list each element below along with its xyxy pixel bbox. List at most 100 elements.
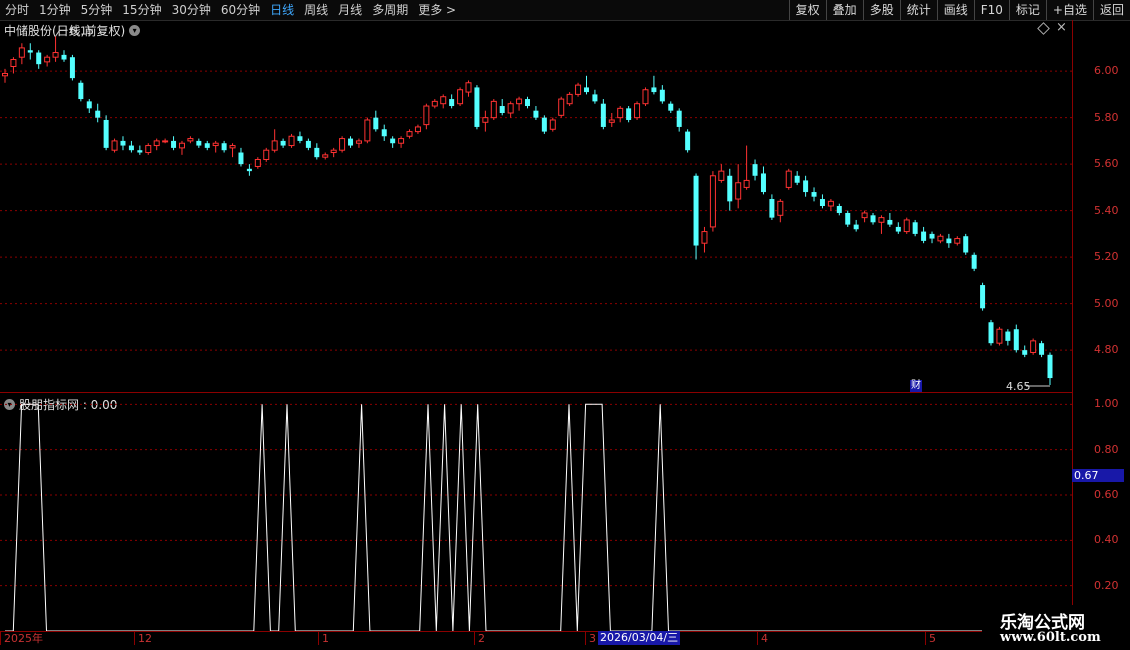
indicator-line — [5, 403, 1050, 631]
watermark-url: www.60lt.com — [1000, 630, 1101, 645]
candle-body — [305, 140, 311, 148]
candle-body — [1039, 343, 1045, 355]
action-button-8[interactable]: 返回 — [1092, 0, 1130, 20]
period-tab-4[interactable]: 30分钟 — [167, 0, 216, 20]
candle-body — [254, 159, 261, 167]
candle-body — [414, 126, 421, 133]
action-buttons: 复权 叠加 多股 统计 画线 F10 标记 +自选 返回 — [788, 0, 1130, 20]
candle-body — [69, 57, 75, 79]
candle-body — [895, 226, 901, 232]
candle-body — [246, 168, 252, 172]
candle-body — [61, 54, 67, 60]
candle-body — [103, 119, 109, 148]
period-tabs: 分时 1分钟 5分钟 15分钟 30分钟 60分钟 日线 周线 月线 多周期 更多 > — [0, 0, 461, 20]
period-tab-0[interactable]: 分时 — [0, 0, 34, 20]
period-tab-1[interactable]: 1分钟 — [34, 0, 76, 20]
candle-body — [187, 138, 194, 142]
price-tick-label: 5.80 — [1094, 110, 1119, 124]
candle-body — [507, 103, 514, 114]
candle-body — [533, 110, 539, 118]
candle-body — [355, 140, 362, 144]
indicator-tick-label: 0.60 — [1094, 488, 1119, 501]
candle-body — [221, 143, 227, 151]
action-button-6[interactable]: 标记 — [1008, 0, 1046, 20]
high-marker — [55, 29, 68, 37]
date-label: 2025年 — [0, 632, 43, 645]
candle-body — [845, 212, 851, 225]
date-label: 2 — [474, 632, 485, 645]
finance-badge[interactable]: 财 — [910, 380, 922, 392]
period-tab-5[interactable]: 60分钟 — [216, 0, 265, 20]
candle-body — [912, 222, 918, 234]
date-axis: 2025年 12 1 2 3 4 5 — [0, 631, 1072, 646]
candle-body — [440, 96, 447, 105]
period-tab-3[interactable]: 15分钟 — [117, 0, 166, 20]
candle-body — [1013, 329, 1019, 351]
period-tab-8[interactable]: 月线 — [333, 0, 367, 20]
candle-body — [398, 138, 405, 144]
action-button-0[interactable]: 复权 — [788, 0, 826, 20]
candle-body — [348, 138, 354, 146]
candle-body — [954, 238, 961, 244]
candle-body — [145, 145, 152, 154]
candle-body — [743, 179, 750, 188]
low-label: 4.65 — [1006, 380, 1031, 392]
candle-body — [709, 175, 716, 228]
candle-body — [2, 72, 8, 77]
candle-body — [36, 52, 42, 65]
candle-body — [482, 117, 489, 123]
candle-body — [963, 236, 969, 253]
candle-body — [668, 103, 674, 111]
candle-body — [162, 140, 169, 143]
action-button-2[interactable]: 多股 — [862, 0, 900, 20]
candle-body — [760, 173, 766, 193]
action-button-7[interactable]: +自选 — [1045, 0, 1093, 20]
candle-body — [971, 254, 977, 269]
price-chart[interactable]: 6.15 4.65 — [0, 20, 1072, 392]
candle-body — [701, 231, 708, 244]
candle-body — [314, 147, 320, 158]
price-tick-label: 5.60 — [1094, 157, 1119, 171]
candle-body — [827, 200, 834, 207]
indicator-tick-label: 0.80 — [1094, 442, 1119, 456]
action-button-5[interactable]: F10 — [973, 0, 1009, 20]
period-tab-9[interactable]: 多周期 — [367, 0, 413, 20]
candle-body — [861, 212, 868, 219]
candle-body — [288, 135, 295, 147]
candle-body — [878, 217, 885, 223]
candle-body — [423, 105, 430, 126]
candle-body — [566, 93, 573, 105]
candle-body — [794, 175, 800, 183]
candle-body — [95, 110, 101, 118]
period-tab-10[interactable]: 更多 > — [413, 0, 461, 20]
candle-body — [769, 199, 775, 218]
price-tick-label: 5.40 — [1094, 203, 1119, 217]
candle-body — [525, 99, 530, 107]
candle-body — [870, 215, 876, 223]
candle-body — [229, 145, 236, 149]
candle-body — [626, 108, 632, 120]
candle-body — [373, 117, 379, 130]
action-button-4[interactable]: 画线 — [936, 0, 974, 20]
candle-body — [238, 152, 244, 165]
candle-body — [111, 140, 118, 151]
current-value-box: 0.67 — [1072, 469, 1124, 482]
indicator-chart[interactable] — [0, 393, 1072, 631]
candle-body — [558, 98, 565, 116]
candle-body — [339, 138, 346, 151]
action-button-1[interactable]: 叠加 — [825, 0, 863, 20]
candle-body — [819, 199, 825, 206]
candle-body — [549, 119, 556, 130]
date-label: 1 — [318, 632, 329, 645]
period-tab-7[interactable]: 周线 — [299, 0, 333, 20]
action-button-3[interactable]: 统计 — [899, 0, 937, 20]
candle-body — [836, 206, 842, 213]
period-tab-2[interactable]: 5分钟 — [76, 0, 118, 20]
candle-body — [811, 192, 817, 197]
candle-body — [1030, 340, 1037, 353]
candle-body — [297, 136, 303, 141]
candle-body — [78, 82, 84, 100]
candle-body — [937, 235, 944, 242]
period-tab-6[interactable]: 日线 — [265, 0, 299, 20]
candle-body — [499, 106, 505, 113]
